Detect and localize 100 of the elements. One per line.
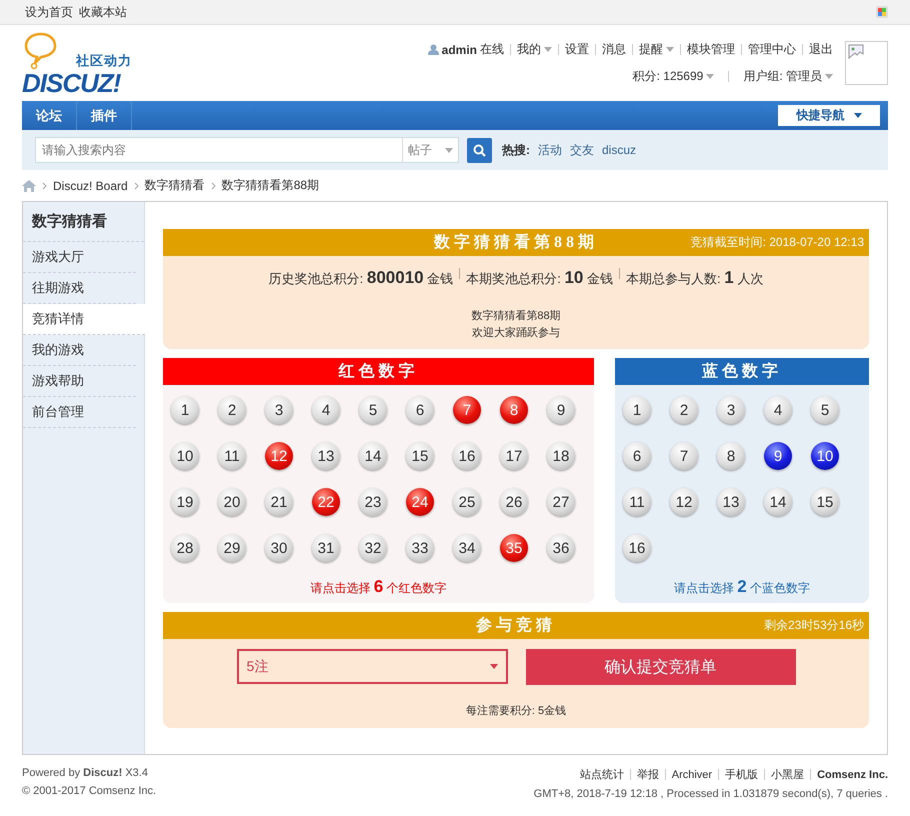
top-link[interactable]: 设为首页 (25, 4, 73, 20)
number-ball[interactable]: 13 (312, 442, 340, 470)
number-ball[interactable]: 26 (500, 488, 528, 516)
powered-by-text: Powered by Discuz! X3.4 (22, 767, 149, 779)
breadcrumb-link[interactable]: Discuz! Board (53, 178, 128, 192)
user-menu-link[interactable]: 我的 (517, 41, 552, 58)
number-ball[interactable]: 4 (764, 396, 792, 424)
number-ball[interactable]: 6 (623, 442, 651, 470)
submit-button[interactable]: 确认提交竞猜单 (526, 649, 796, 685)
footer-link[interactable]: 举报 (636, 767, 659, 782)
breadcrumb-link[interactable]: 数字猜猜看 (144, 177, 205, 194)
avatar-frame[interactable] (845, 41, 888, 85)
number-ball[interactable]: 9 (547, 396, 575, 424)
sidebar-item[interactable]: 游戏大厅 (23, 242, 136, 273)
bet-count-select[interactable]: 5注 (236, 649, 508, 684)
palette-icon[interactable] (876, 6, 888, 18)
number-ball[interactable]: 7 (670, 442, 698, 470)
number-ball[interactable]: 16 (623, 534, 651, 562)
number-ball[interactable]: 23 (359, 488, 387, 516)
caret-icon (706, 74, 714, 79)
search-type-select[interactable]: 帖子 (403, 137, 459, 163)
number-ball[interactable]: 3 (265, 396, 293, 424)
sidebar-item[interactable]: 游戏帮助 (23, 366, 136, 397)
number-ball[interactable]: 5 (359, 396, 387, 424)
chevron-icon (42, 182, 47, 190)
number-ball[interactable]: 13 (717, 488, 745, 516)
number-ball[interactable]: 22 (312, 488, 340, 516)
number-ball[interactable]: 18 (547, 442, 575, 470)
number-ball[interactable]: 12 (670, 488, 698, 516)
number-ball[interactable]: 2 (670, 396, 698, 424)
user-menu-link[interactable]: 设置 (565, 41, 589, 58)
number-ball[interactable]: 28 (171, 534, 199, 562)
sidebar-title: 数字猜猜看 (23, 202, 144, 242)
number-ball[interactable]: 17 (500, 442, 528, 470)
hot-search-link[interactable]: discuz (602, 143, 636, 157)
number-ball[interactable]: 20 (218, 488, 246, 516)
number-ball[interactable]: 14 (764, 488, 792, 516)
number-ball[interactable]: 11 (623, 488, 651, 516)
search-icon (473, 144, 486, 156)
sidebar-item[interactable]: 前台管理 (23, 397, 136, 428)
user-menu-link[interactable]: 模块管理 (687, 41, 735, 58)
number-ball[interactable]: 29 (218, 534, 246, 562)
footer-link[interactable]: 站点统计 (580, 767, 624, 782)
broken-image-icon (848, 44, 864, 60)
sidebar-item[interactable]: 竞猜详情 (23, 304, 145, 335)
sidebar-item[interactable]: 我的游戏 (23, 335, 136, 366)
username-link[interactable]: admin (442, 42, 477, 56)
number-ball[interactable]: 32 (359, 534, 387, 562)
number-ball[interactable]: 10 (811, 442, 839, 470)
number-ball[interactable]: 12 (265, 442, 293, 470)
hot-search-link[interactable]: 活动 (538, 142, 562, 158)
number-ball[interactable]: 8 (717, 442, 745, 470)
number-ball[interactable]: 6 (406, 396, 434, 424)
number-ball[interactable]: 11 (218, 442, 246, 470)
footer-link[interactable]: 小黑屋 (771, 767, 804, 782)
number-ball[interactable]: 10 (171, 442, 199, 470)
number-ball[interactable]: 19 (171, 488, 199, 516)
number-ball[interactable]: 31 (312, 534, 340, 562)
number-ball[interactable]: 1 (623, 396, 651, 424)
number-ball[interactable]: 4 (312, 396, 340, 424)
number-ball[interactable]: 5 (811, 396, 839, 424)
number-ball[interactable]: 1 (171, 396, 199, 424)
notice-line: 数字猜猜看第88期 (471, 308, 561, 323)
stat-text: 本期奖池总积分: 10 金钱 (466, 268, 614, 288)
user-group-link[interactable]: 用户组: 管理员 (743, 68, 833, 85)
number-ball[interactable]: 33 (406, 534, 434, 562)
credits-link[interactable]: 积分: 125699 (632, 68, 714, 85)
number-ball[interactable]: 25 (453, 488, 481, 516)
user-menu-link[interactable]: 消息 (602, 41, 626, 58)
number-ball[interactable]: 21 (265, 488, 293, 516)
search-field[interactable]: 请输入搜索内容 (35, 137, 403, 163)
number-ball[interactable]: 30 (265, 534, 293, 562)
remaining-time: 剩余23时53分16秒 (764, 617, 864, 634)
top-link[interactable]: 收藏本站 (79, 4, 127, 20)
number-ball[interactable]: 36 (547, 534, 575, 562)
number-ball[interactable]: 14 (359, 442, 387, 470)
hot-search-link[interactable]: 交友 (570, 142, 594, 158)
number-ball[interactable]: 15 (811, 488, 839, 516)
home-icon[interactable] (22, 180, 36, 192)
number-ball[interactable]: 3 (717, 396, 745, 424)
user-menu-link[interactable]: 管理中心 (748, 41, 796, 58)
user-icon (428, 44, 439, 55)
search-button[interactable] (467, 138, 492, 162)
breadcrumb-link[interactable]: 数字猜猜看第88期 (222, 177, 320, 194)
quick-nav-button[interactable]: 快捷导航 (778, 105, 880, 126)
footer-link[interactable]: Comsenz Inc. (817, 768, 888, 780)
bet-title: 参与竞猜 (476, 615, 556, 636)
footer-link[interactable]: Archiver (672, 768, 712, 780)
notice-line: 欢迎大家踊跃参与 (472, 326, 560, 340)
number-ball[interactable]: 9 (764, 442, 792, 470)
number-ball[interactable]: 15 (406, 442, 434, 470)
number-ball[interactable]: 16 (453, 442, 481, 470)
number-ball[interactable]: 2 (218, 396, 246, 424)
user-menu-link[interactable]: 退出 (809, 41, 833, 58)
number-ball[interactable]: 24 (406, 488, 434, 516)
number-ball[interactable]: 34 (453, 534, 481, 562)
number-ball[interactable]: 27 (547, 488, 575, 516)
number-ball[interactable]: 35 (500, 534, 528, 562)
user-menu-link[interactable]: 提醒 (639, 41, 674, 58)
footer-link[interactable]: 手机版 (725, 767, 758, 782)
